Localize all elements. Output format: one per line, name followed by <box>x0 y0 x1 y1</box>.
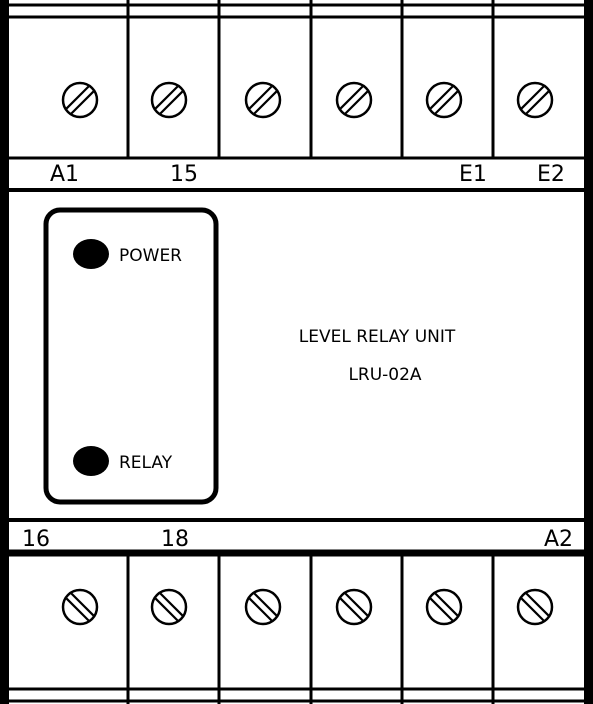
screw-slot-diagonal-right-icon <box>425 81 463 119</box>
power-label: POWER <box>119 246 182 266</box>
screw-slot-diagonal-left-icon <box>61 588 99 626</box>
relay-unit-diagram: A1 15 E1 E2 16 18 A2 POWER RELAY LEVEL R… <box>0 0 593 704</box>
screw-slot-diagonal-right-icon <box>516 81 554 119</box>
terminal-label-bottom-1: 16 <box>22 527 50 552</box>
terminal-label-top-1: A1 <box>50 162 79 187</box>
terminal-label-bottom-6: A2 <box>544 527 573 552</box>
terminal-label-bottom-2: 18 <box>161 527 189 552</box>
terminal-label-top-5: E1 <box>459 162 487 187</box>
terminal-label-top-6: E2 <box>537 162 565 187</box>
screw-slot-diagonal-right-icon <box>244 81 282 119</box>
device-model: LRU-02A <box>348 365 421 385</box>
top-terminal-labels: A1 15 E1 E2 <box>50 162 565 187</box>
top-terminal-dividers <box>126 0 495 158</box>
relay-label: RELAY <box>119 453 173 473</box>
power-led-icon <box>73 239 109 269</box>
top-terminal-screws <box>61 81 554 119</box>
screw-slot-diagonal-right-icon <box>150 81 188 119</box>
bottom-terminal-labels: 16 18 A2 <box>22 527 573 552</box>
indicator-panel: POWER RELAY <box>43 207 219 505</box>
screw-slot-diagonal-left-icon <box>150 588 188 626</box>
device-title: LEVEL RELAY UNIT <box>299 327 456 347</box>
screw-slot-diagonal-left-icon <box>425 588 463 626</box>
screw-slot-diagonal-right-icon <box>61 81 99 119</box>
device-frame <box>0 0 593 704</box>
screw-slot-diagonal-left-icon <box>244 588 282 626</box>
screw-slot-diagonal-left-icon <box>516 588 554 626</box>
relay-led-icon <box>73 446 109 476</box>
terminal-label-top-2: 15 <box>170 162 198 187</box>
screw-slot-diagonal-right-icon <box>335 81 373 119</box>
screw-slot-diagonal-left-icon <box>335 588 373 626</box>
bottom-terminal-screws <box>61 588 554 626</box>
bottom-terminal-dividers <box>126 553 495 704</box>
